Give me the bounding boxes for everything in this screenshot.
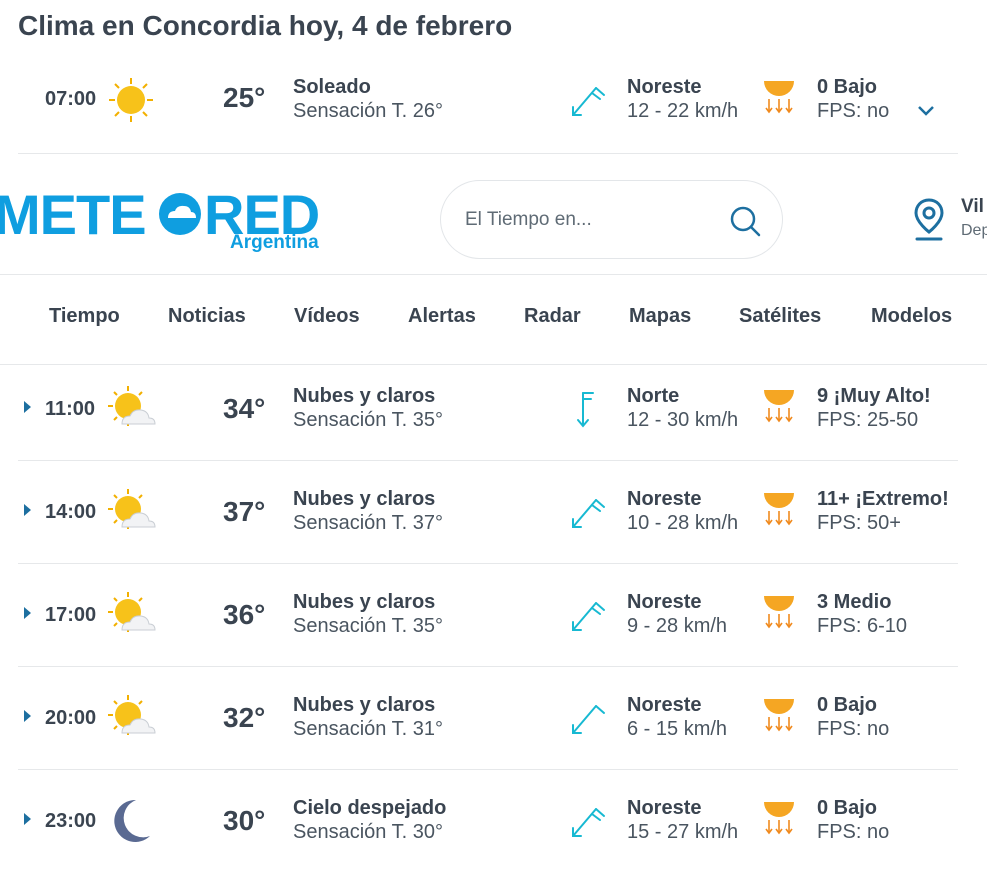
forecast-feel: Sensación T. 35° <box>293 409 443 431</box>
wind-speed: 15 - 27 km/h <box>627 821 739 843</box>
wind-direction: Noreste <box>627 797 702 819</box>
uv-index: 3 Medio <box>817 591 892 613</box>
wind-direction: Noreste <box>627 591 702 613</box>
fps-value: FPS: 6-10 <box>817 615 908 637</box>
sun-cloud-icon <box>108 489 156 529</box>
uv-sun-icon <box>764 802 794 835</box>
uv-index: 9 ¡Muy Alto! <box>817 385 931 407</box>
forecast-time: 20:00 <box>45 707 97 729</box>
sun-cloud-icon <box>108 695 156 735</box>
expand-caret-icon[interactable] <box>24 607 31 619</box>
forecast-time: 17:00 <box>45 604 97 626</box>
location-name[interactable]: Vil <box>961 196 984 218</box>
search-icon[interactable] <box>727 203 763 239</box>
chevron-down-icon[interactable] <box>915 104 937 118</box>
nav-videos[interactable]: Vídeos <box>294 305 360 328</box>
forecast-row[interactable]: 17:00 36° Nubes y claros Sensación T. 35… <box>18 563 958 667</box>
forecast-time: 07:00 <box>45 88 97 110</box>
uv-index: 0 Bajo <box>817 76 878 98</box>
wind-speed: 6 - 15 km/h <box>627 718 728 740</box>
wind-northeast-icon <box>572 87 605 116</box>
forecast-time: 14:00 <box>45 501 97 523</box>
forecast-temp: 30° <box>223 805 266 836</box>
uv-index: 0 Bajo <box>817 694 878 716</box>
location-subtitle: Dep <box>961 222 987 239</box>
site-header: METE RED Argentina Vil Dep <box>0 152 987 275</box>
fps-value: FPS: no <box>817 821 890 843</box>
wind-direction: Noreste <box>627 694 702 716</box>
forecast-condition: Nubes y claros <box>293 591 436 613</box>
forecast-feel: Sensación T. 35° <box>293 615 443 637</box>
wind-speed: 12 - 30 km/h <box>627 409 739 431</box>
sun-icon <box>109 78 153 122</box>
wind-speed: 10 - 28 km/h <box>627 512 739 534</box>
uv-sun-icon <box>764 81 794 114</box>
wind-northeast-icon <box>572 705 605 734</box>
forecast-temp: 34° <box>223 393 266 424</box>
nav-noticias[interactable]: Noticias <box>168 305 246 328</box>
forecast-condition: Nubes y claros <box>293 488 436 510</box>
forecast-time: 11:00 <box>45 398 96 420</box>
expand-caret-icon[interactable] <box>24 401 31 413</box>
page-title: Clima en Concordia hoy, 4 de febrero <box>18 10 513 41</box>
forecast-temp: 37° <box>223 496 266 527</box>
forecast-row-0700[interactable]: 07:00 25° Soleado Sensación T. 26° Nores… <box>18 50 958 154</box>
location-pin-icon[interactable] <box>911 196 947 242</box>
wind-direction: Noreste <box>627 76 702 98</box>
wind-northeast-icon <box>572 499 605 528</box>
wind-north-icon <box>577 392 594 428</box>
logo-country: Argentina <box>230 232 319 253</box>
forecast-row[interactable]: 20:00 32° Nubes y claros Sensación T. 31… <box>18 666 958 770</box>
fps-value: FPS: no <box>817 100 890 122</box>
sun-cloud-icon <box>108 592 156 632</box>
forecast-temp: 36° <box>223 599 266 630</box>
sun-cloud-icon <box>108 386 156 426</box>
forecast-row[interactable]: 23:00 30° Cielo despejado Sensación T. 3… <box>18 769 958 872</box>
forecast-row[interactable]: 14:00 37° Nubes y claros Sensación T. 37… <box>18 460 958 564</box>
fps-value: FPS: no <box>817 718 890 740</box>
main-nav: Tiempo Noticias Vídeos Alertas Radar Map… <box>0 275 987 365</box>
nav-alertas[interactable]: Alertas <box>408 305 476 328</box>
wind-direction: Noreste <box>627 488 702 510</box>
fps-value: FPS: 25-50 <box>817 409 919 431</box>
wind-northeast-icon <box>572 808 605 837</box>
forecast-temp: 32° <box>223 702 266 733</box>
forecast-feel: Sensación T. 37° <box>293 512 443 534</box>
moon-icon <box>114 799 150 842</box>
wind-speed: 9 - 28 km/h <box>627 615 728 637</box>
forecast-feel: Sensación T. 31° <box>293 718 443 740</box>
wind-speed: 12 - 22 km/h <box>627 100 739 122</box>
fps-value: FPS: 50+ <box>817 512 901 534</box>
nav-radar[interactable]: Radar <box>524 305 581 328</box>
expand-caret-icon[interactable] <box>24 813 31 825</box>
forecast-condition: Nubes y claros <box>293 694 436 716</box>
wind-direction: Norte <box>627 385 680 407</box>
forecast-feel: Sensación T. 26° <box>293 100 443 122</box>
uv-sun-icon <box>764 596 794 629</box>
uv-index: 11+ ¡Extremo! <box>817 488 949 510</box>
svg-text:METE: METE <box>0 184 146 246</box>
uv-index: 0 Bajo <box>817 797 878 819</box>
forecast-condition: Nubes y claros <box>293 385 436 407</box>
forecast-time: 23:00 <box>45 810 97 832</box>
forecast-temp: 25° <box>223 82 266 113</box>
forecast-condition: Soleado <box>293 76 371 98</box>
forecast-row[interactable]: 11:00 34° Nubes y claros Sensación T. 35… <box>18 357 958 461</box>
nav-modelos[interactable]: Modelos <box>871 305 952 328</box>
uv-sun-icon <box>764 699 794 732</box>
nav-mapas[interactable]: Mapas <box>629 305 691 328</box>
search-box[interactable] <box>440 180 783 259</box>
expand-caret-icon[interactable] <box>24 504 31 516</box>
search-input[interactable] <box>465 205 715 235</box>
forecast-feel: Sensación T. 30° <box>293 821 443 843</box>
expand-caret-icon[interactable] <box>24 710 31 722</box>
nav-satelites[interactable]: Satélites <box>739 305 821 328</box>
uv-sun-icon <box>764 390 794 423</box>
wind-northeast-icon <box>572 602 605 631</box>
forecast-condition: Cielo despejado <box>293 797 447 819</box>
uv-sun-icon <box>764 493 794 526</box>
nav-tiempo[interactable]: Tiempo <box>49 305 120 328</box>
